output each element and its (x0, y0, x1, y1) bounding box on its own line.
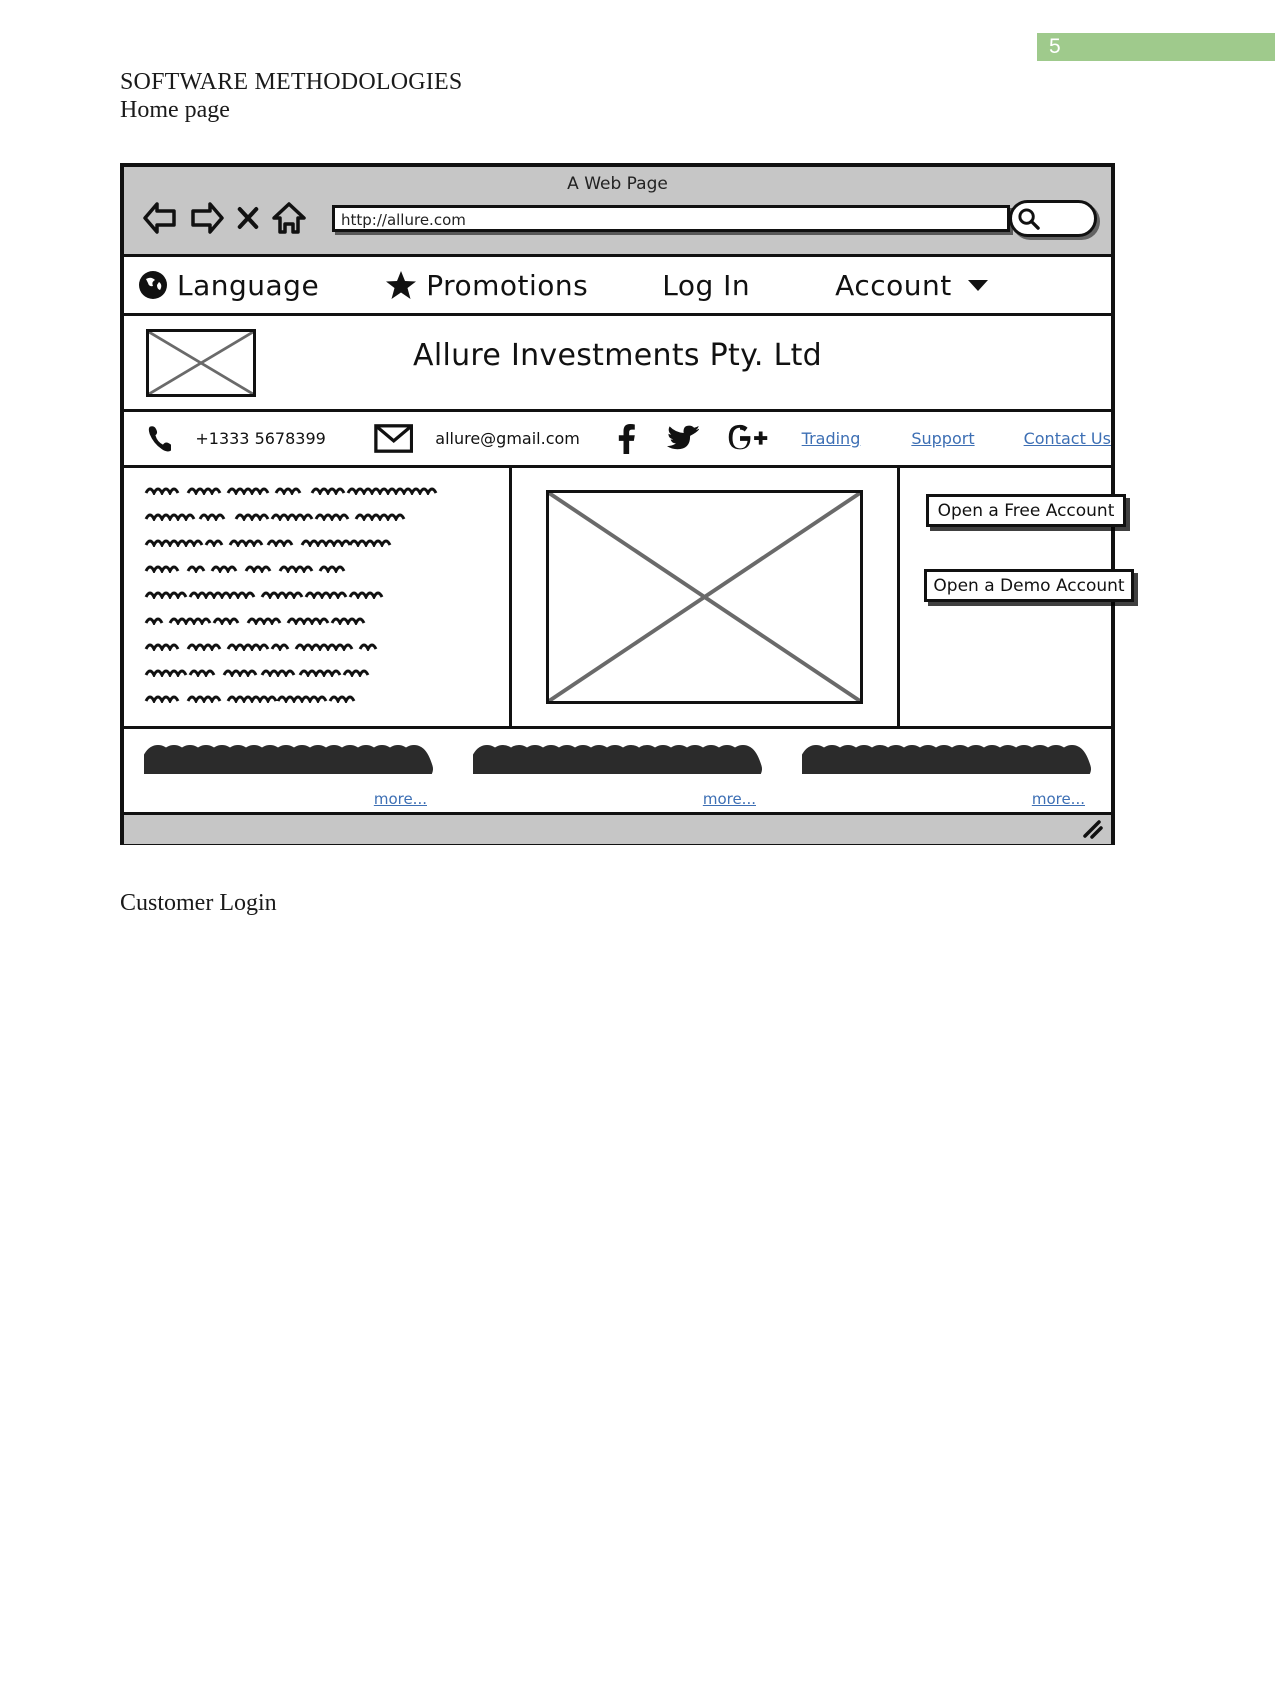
twitter-icon[interactable] (666, 424, 700, 453)
phone-icon (148, 426, 172, 452)
hero-image-placeholder (546, 490, 863, 704)
envelope-icon (374, 424, 414, 453)
back-icon[interactable] (141, 200, 179, 236)
brand-name: Allure Investments Pty. Ltd (413, 338, 822, 373)
topnav-label-account: Account (835, 268, 952, 302)
resize-grip-icon[interactable] (1082, 819, 1104, 839)
hero-band: Open a Free Account Open a Demo Account (124, 468, 1134, 729)
window-title: A Web Page (567, 174, 668, 194)
search-icon (1018, 208, 1040, 230)
search-input[interactable] (1009, 200, 1097, 237)
site-topnav: Language Promotions Log In Account (124, 257, 1111, 316)
text-placeholder-line (144, 539, 392, 549)
text-placeholder-line (144, 643, 378, 653)
text-placeholder-line (144, 617, 366, 627)
page-number-badge: 5 (1037, 33, 1275, 61)
browser-wireframe: A Web Page http://allure.com Language Pr… (120, 163, 1134, 845)
scribble-placeholder (473, 745, 762, 774)
scribble-placeholder (144, 745, 433, 774)
page-number: 5 (1049, 35, 1061, 58)
text-placeholder-line (144, 695, 356, 705)
topnav-item-login[interactable]: Log In (662, 269, 750, 302)
stop-icon[interactable] (235, 200, 261, 236)
scribble-placeholder (802, 745, 1091, 774)
google-plus-icon[interactable] (725, 424, 768, 454)
hero-image-column (512, 468, 900, 726)
globe-icon (139, 271, 167, 299)
star-icon (386, 271, 417, 299)
facebook-icon[interactable] (616, 423, 637, 455)
page-title: SOFTWARE METHODOLOGIES (120, 69, 463, 95)
site-brand-row: Allure Investments Pty. Ltd (124, 316, 1111, 412)
teaser-more-link[interactable]: more... (374, 790, 427, 808)
teaser-more-link[interactable]: more... (1032, 790, 1085, 808)
teaser-cell: more... (124, 729, 453, 812)
page-footnote: Customer Login (120, 890, 277, 916)
open-free-account-button[interactable]: Open a Free Account (926, 494, 1126, 527)
topnav-item-account[interactable]: Account (835, 269, 989, 302)
text-placeholder-line (144, 591, 384, 601)
topnav-label-language: Language (177, 268, 320, 302)
contact-phone: +1333 5678399 (195, 429, 326, 448)
text-placeholder-line (144, 565, 346, 575)
forward-icon[interactable] (188, 200, 226, 236)
hero-cta-column: Open a Free Account Open a Demo Account (900, 468, 1134, 726)
browser-chrome: A Web Page http://allure.com (124, 167, 1111, 257)
site-contact-row: +1333 5678399 allure@gmail.com Trading S… (124, 412, 1111, 468)
teaser-more-link[interactable]: more... (703, 790, 756, 808)
contact-link-contact-us[interactable]: Contact Us (1024, 429, 1111, 448)
topnav-label-login: Log In (662, 268, 751, 302)
page-subtitle: Home page (120, 97, 230, 123)
browser-status-bar (124, 815, 1111, 844)
contact-link-support[interactable]: Support (911, 429, 974, 448)
chevron-down-icon (967, 280, 988, 291)
teaser-band: more... more... more... (124, 729, 1111, 815)
text-placeholder-line (144, 669, 370, 679)
url-text: http://allure.com (341, 211, 466, 229)
browser-nav-controls (141, 200, 308, 236)
text-placeholder-line (144, 513, 406, 523)
teaser-cell: more... (782, 729, 1111, 812)
hero-text-column (124, 468, 512, 726)
teaser-cell: more... (453, 729, 782, 812)
contact-link-trading[interactable]: Trading (802, 429, 861, 448)
topnav-item-promotions[interactable]: Promotions (385, 269, 588, 302)
home-icon[interactable] (270, 200, 308, 236)
topnav-label-promotions: Promotions (426, 268, 589, 302)
contact-email: allure@gmail.com (435, 429, 580, 448)
text-placeholder-line (144, 487, 438, 497)
topnav-item-language[interactable]: Language (138, 269, 319, 302)
open-demo-account-button[interactable]: Open a Demo Account (924, 569, 1134, 602)
address-bar[interactable]: http://allure.com (332, 205, 1010, 232)
